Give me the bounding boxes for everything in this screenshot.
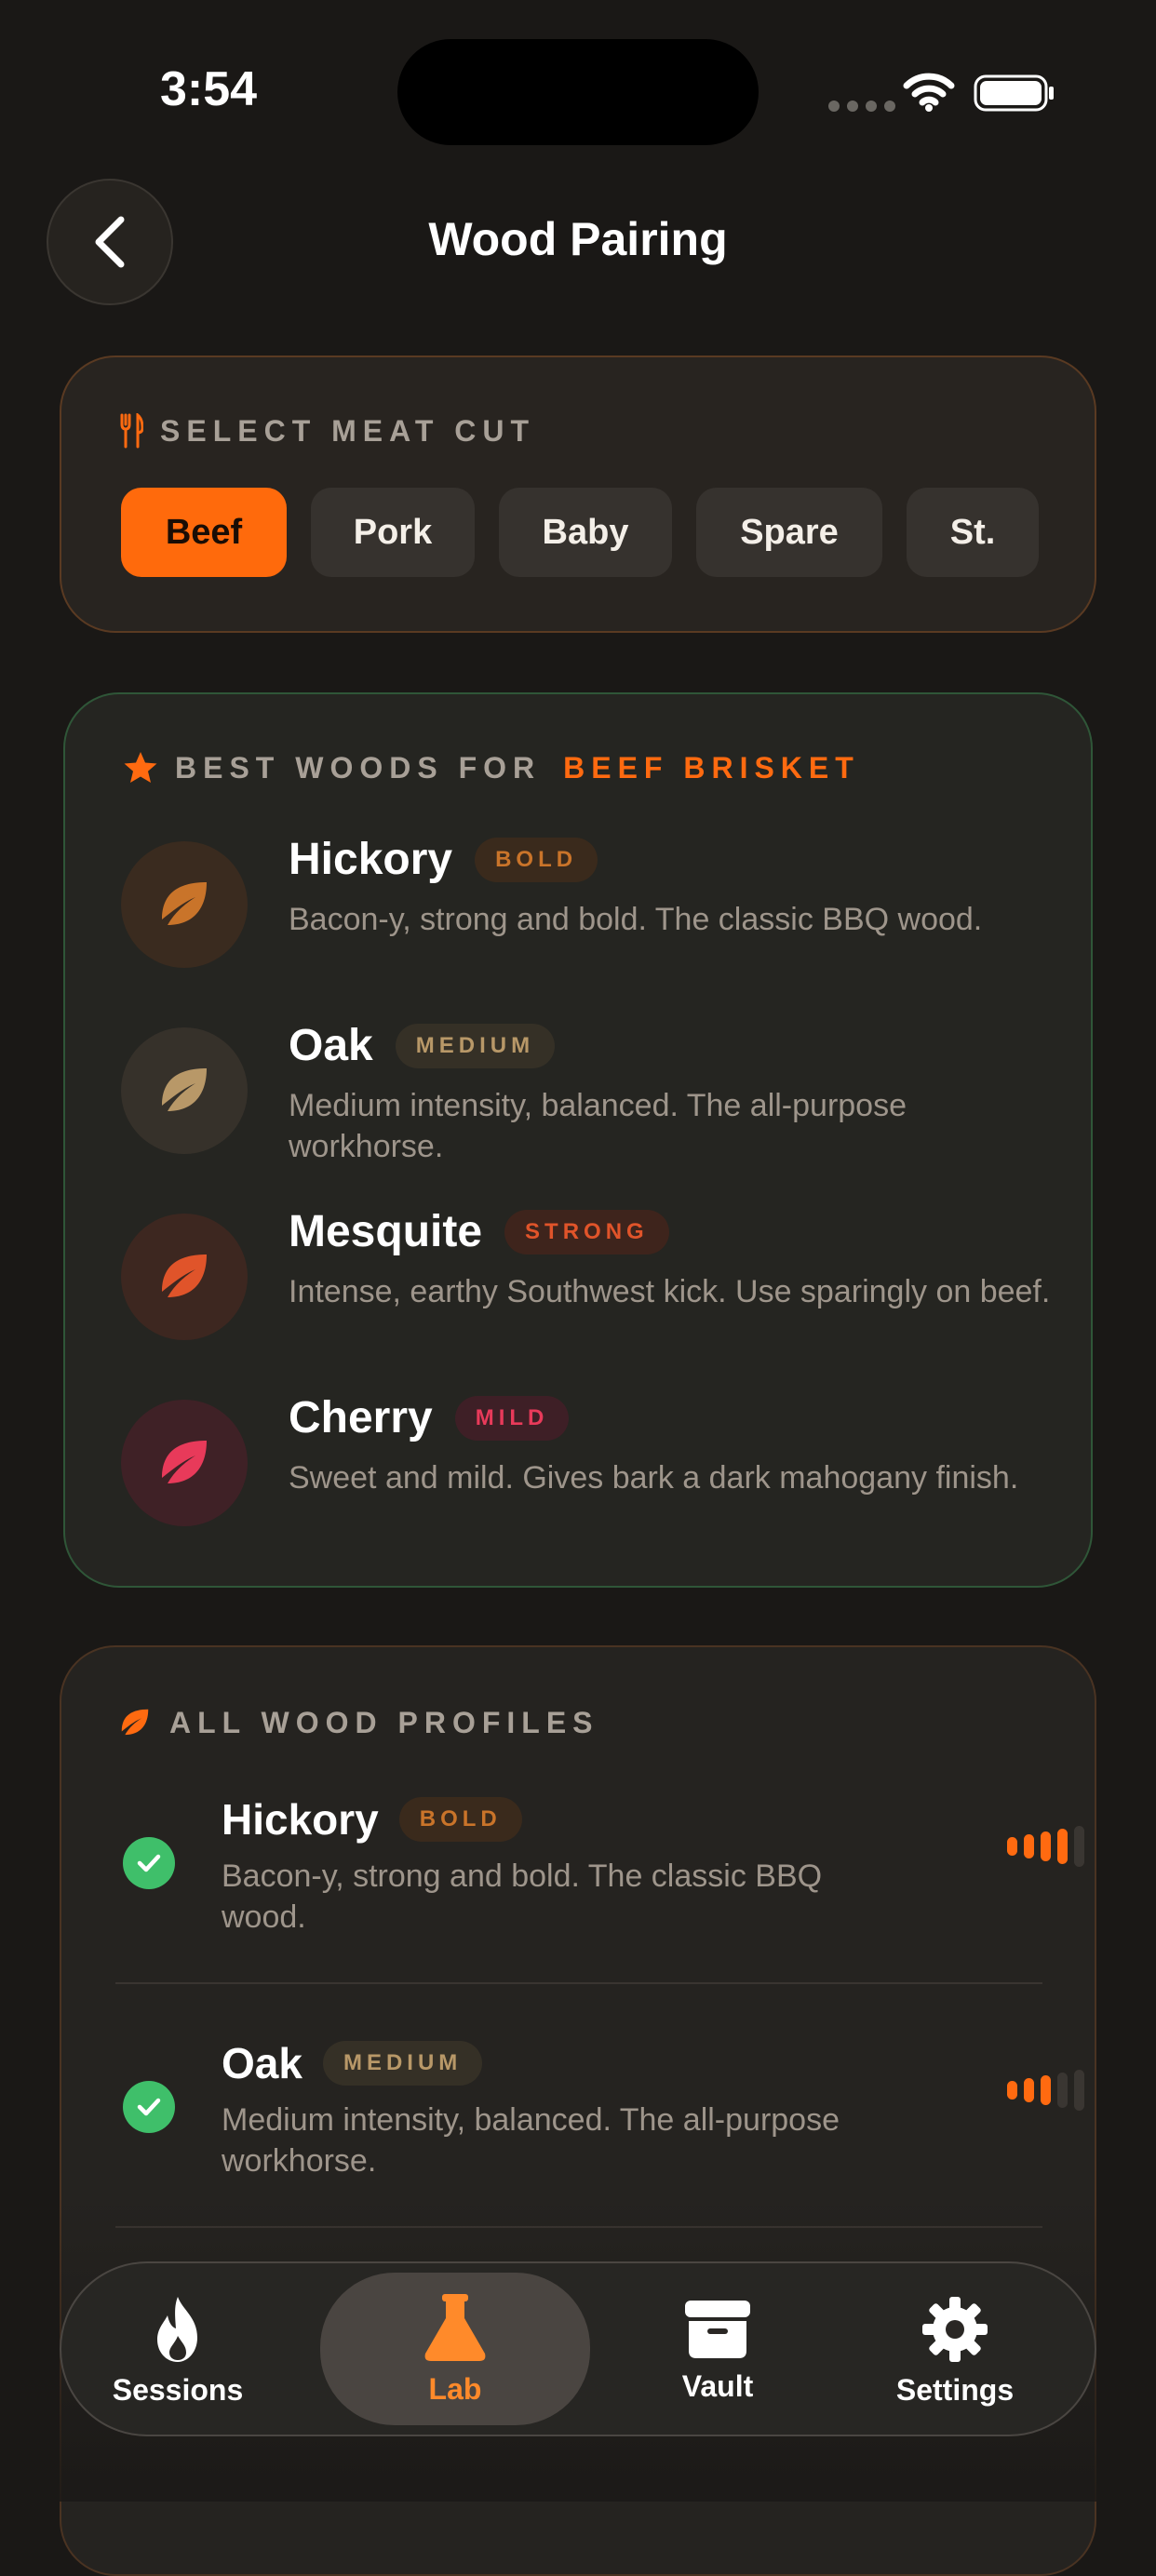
- best-woods-heading: BEST WOODS FOR BEEF BRISKET: [123, 750, 860, 785]
- best-wood-mesquite[interactable]: Mesquite STRONG Intense, earthy Southwes…: [121, 1206, 1052, 1374]
- divider: [115, 1982, 1042, 1984]
- intensity-badge: BOLD: [398, 1797, 522, 1842]
- best-wood-title: Oak MEDIUM: [289, 1020, 556, 1071]
- meat-cut-heading: SELECT MEAT CUT: [119, 413, 535, 449]
- leaf-icon: [121, 1214, 248, 1340]
- archive-icon: [685, 2300, 750, 2358]
- intensity-badge: STRONG: [504, 1209, 669, 1254]
- intensity-badge: MEDIUM: [322, 2041, 483, 2086]
- tab-label: Lab: [428, 2371, 482, 2406]
- intensity-bar: [1057, 2073, 1068, 2108]
- wood-description: Sweet and mild. Gives bark a dark mahoga…: [289, 1460, 1019, 1496]
- best-wood-title: Cherry MILD: [289, 1392, 570, 1443]
- leaf-icon: [121, 841, 248, 968]
- intensity-meter: [1007, 1826, 1084, 1867]
- wood-name: Hickory: [222, 1795, 379, 1844]
- best-woods-heading-target: BEEF BRISKET: [563, 750, 860, 785]
- tab-vault[interactable]: Vault: [611, 2263, 825, 2438]
- tab-bar: Sessions Lab Vault Settings: [60, 2261, 1096, 2436]
- tab-label: Settings: [895, 2372, 1015, 2407]
- wood-name: Oak: [222, 2039, 302, 2087]
- intensity-bar: [1024, 2078, 1034, 2102]
- wood-name: Cherry: [289, 1393, 433, 1442]
- profile-title: Hickory BOLD: [222, 1794, 522, 1845]
- tab-label: Sessions: [112, 2372, 244, 2407]
- best-woods-card: BEST WOODS FOR BEEF BRISKET Hickory BOLD…: [63, 692, 1093, 1588]
- wood-name: Mesquite: [289, 1207, 483, 1256]
- intensity-bar: [1074, 2070, 1084, 2111]
- wood-description: Medium intensity, balanced. The all-purp…: [289, 1088, 907, 1164]
- best-wood-oak[interactable]: Oak MEDIUM Medium intensity, balanced. T…: [121, 1020, 1052, 1187]
- best-wood-title: Mesquite STRONG: [289, 1206, 669, 1257]
- wood-name: Hickory: [289, 835, 453, 884]
- intensity-badge: MILD: [454, 1395, 570, 1441]
- signal-dots-icon: [828, 101, 895, 112]
- best-woods-heading-prefix: BEST WOODS FOR: [175, 750, 542, 785]
- tab-label: Vault: [681, 2368, 754, 2403]
- chip-baby[interactable]: Baby: [499, 488, 672, 577]
- intensity-bar: [1024, 1834, 1034, 1858]
- intensity-badge: BOLD: [475, 837, 598, 882]
- profile-title: Oak MEDIUM: [222, 2038, 483, 2088]
- tab-lab[interactable]: Lab: [320, 2273, 590, 2425]
- leaf-icon: [121, 1027, 248, 1154]
- chip-beef[interactable]: Beef: [121, 488, 287, 577]
- intensity-badge: MEDIUM: [395, 1023, 556, 1068]
- leaf-icon: [121, 1400, 248, 1526]
- intensity-bar: [1007, 1837, 1017, 1856]
- all-profiles-heading-text: ALL WOOD PROFILES: [169, 1705, 599, 1739]
- wood-description: Intense, earthy Southwest kick. Use spar…: [289, 1274, 1051, 1309]
- flame-icon: [157, 2296, 197, 2362]
- intensity-bar: [1074, 1826, 1084, 1867]
- meat-cut-card: SELECT MEAT CUT Beef Pork Baby Spare St.: [60, 356, 1096, 633]
- tab-sessions[interactable]: Sessions: [89, 2263, 266, 2438]
- flask-icon: [424, 2293, 486, 2361]
- chip-spare[interactable]: Spare: [696, 488, 882, 577]
- profile-hickory[interactable]: Hickory BOLD Bacon-y, strong and bold. T…: [117, 1794, 1084, 1980]
- best-wood-cherry[interactable]: Cherry MILD Sweet and mild. Gives bark a…: [121, 1392, 1052, 1560]
- leaf-icon: [121, 1709, 149, 1736]
- meat-cut-heading-text: SELECT MEAT CUT: [160, 413, 536, 448]
- best-wood-title: Hickory BOLD: [289, 834, 598, 885]
- fork-knife-icon: [120, 413, 143, 449]
- star-icon: [124, 752, 157, 783]
- wood-description: Medium intensity, balanced. The all-purp…: [222, 2102, 840, 2179]
- dynamic-island: [397, 39, 759, 145]
- checkmark-icon: [123, 2081, 175, 2133]
- intensity-bar: [1041, 1831, 1051, 1861]
- wood-description: Bacon-y, strong and bold. The classic BB…: [222, 1858, 823, 1935]
- wood-name: Oak: [289, 1021, 373, 1070]
- chip-st[interactable]: St.: [907, 488, 1039, 577]
- battery-icon: [974, 74, 1054, 112]
- chip-pork[interactable]: Pork: [311, 488, 475, 577]
- status-time: 3:54: [160, 62, 258, 116]
- intensity-bar: [1007, 2081, 1017, 2100]
- meat-cut-chips: Beef Pork Baby Spare St.: [121, 488, 1039, 577]
- checkmark-icon: [123, 1837, 175, 1889]
- gear-icon: [922, 2296, 988, 2362]
- intensity-bar: [1057, 1829, 1068, 1864]
- best-wood-hickory[interactable]: Hickory BOLD Bacon-y, strong and bold. T…: [121, 834, 1052, 1001]
- all-profiles-heading: ALL WOOD PROFILES: [117, 1705, 599, 1740]
- intensity-bar: [1041, 2075, 1051, 2105]
- tab-settings[interactable]: Settings: [843, 2263, 1067, 2438]
- page-title: Wood Pairing: [428, 213, 728, 265]
- wood-description: Bacon-y, strong and bold. The classic BB…: [289, 902, 983, 937]
- intensity-meter: [1007, 2070, 1084, 2111]
- wifi-icon: [903, 73, 955, 112]
